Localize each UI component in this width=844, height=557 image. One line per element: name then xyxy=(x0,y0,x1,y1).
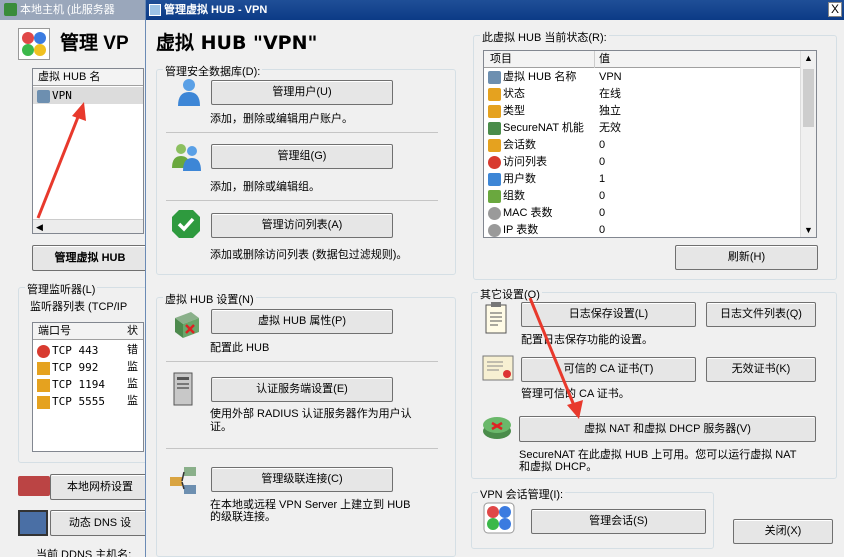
annotation-arrow-left xyxy=(36,102,86,219)
annotation-arrows xyxy=(36,102,583,419)
annotation-arrow-right xyxy=(528,297,583,419)
